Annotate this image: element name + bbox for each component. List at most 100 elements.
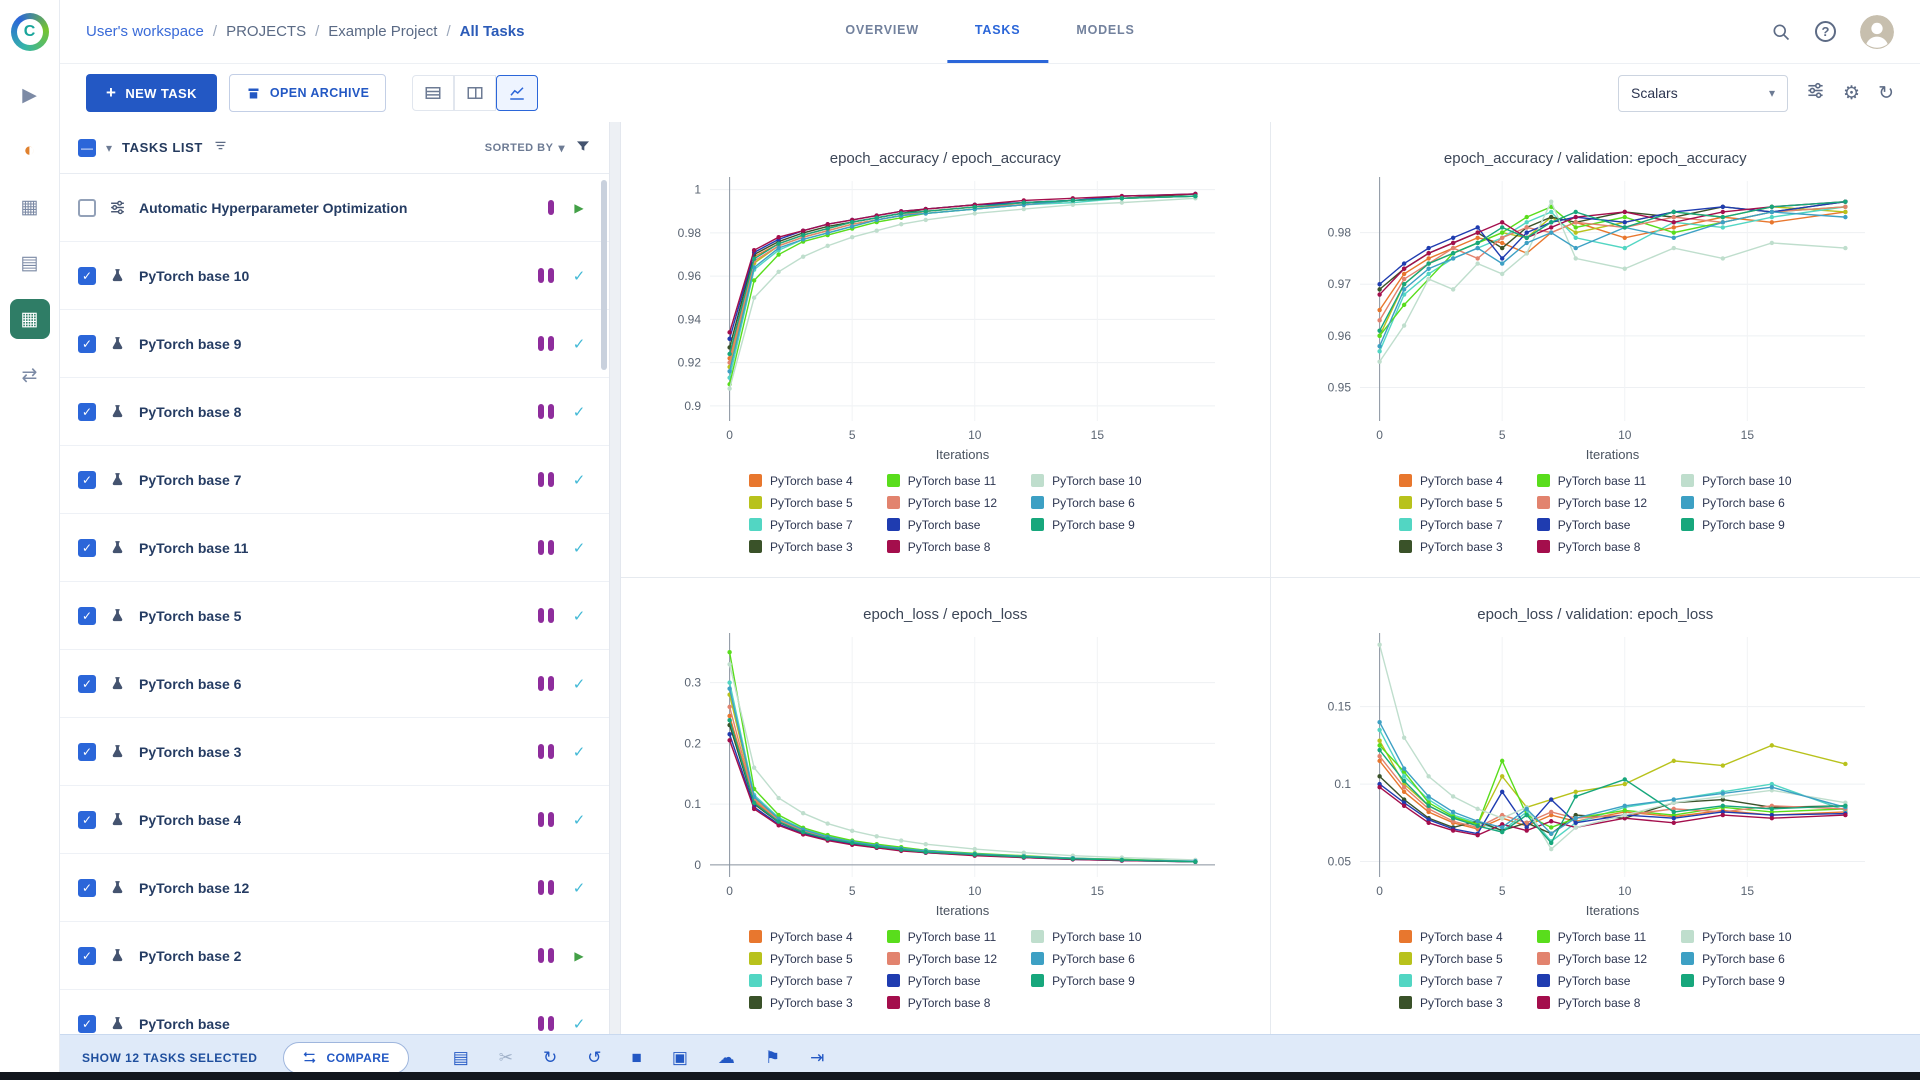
legend-item[interactable]: PyTorch base 5 — [1399, 493, 1503, 512]
avatar[interactable] — [1860, 14, 1894, 49]
legend-item[interactable]: PyTorch base 5 — [1399, 949, 1503, 968]
legend-item[interactable]: PyTorch base 10 — [1031, 927, 1142, 946]
task-checkbox[interactable]: ✓ — [78, 946, 96, 965]
legend-item[interactable]: PyTorch base 3 — [1399, 993, 1503, 1012]
legend-item[interactable]: PyTorch base 6 — [1031, 949, 1141, 968]
task-checkbox[interactable]: ✓ — [78, 1014, 96, 1033]
legend-item[interactable]: PyTorch base 9 — [1681, 971, 1791, 990]
chart-plot[interactable]: 0.90.920.940.960.9810 5 10 15Iterations — [655, 167, 1235, 467]
task-row[interactable]: Automatic Hyperparameter Optimization ▶ — [60, 174, 609, 242]
clone-icon[interactable]: ✂ — [499, 1048, 513, 1068]
legend-item[interactable]: PyTorch base — [1536, 971, 1647, 990]
breadcrumb-project[interactable]: Example Project — [328, 23, 437, 40]
legend-item[interactable]: PyTorch base 12 — [886, 493, 997, 512]
task-row[interactable]: ✓ PyTorch base 9 ✓ — [60, 310, 609, 378]
legend-item[interactable]: PyTorch base 6 — [1681, 493, 1791, 512]
legend-item[interactable]: PyTorch base 3 — [1399, 537, 1503, 556]
legend-item[interactable]: PyTorch base 11 — [1536, 927, 1647, 946]
selected-count-label[interactable]: SHOW 12 TASKS SELECTED — [82, 1051, 257, 1065]
legend-item[interactable]: PyTorch base — [886, 515, 997, 534]
task-checkbox[interactable] — [78, 198, 96, 217]
legend-item[interactable]: PyTorch base 4 — [749, 927, 853, 946]
legend-item[interactable]: PyTorch base 5 — [749, 493, 853, 512]
sidebar-item-datasets[interactable]: ◐ — [10, 131, 50, 171]
tags-icon[interactable]: ⚑ — [765, 1048, 780, 1068]
metric-view-select[interactable]: Scalars ▾ — [1618, 74, 1789, 112]
tab-tasks[interactable]: TASKS — [946, 0, 1049, 63]
legend-item[interactable]: PyTorch base 7 — [1399, 971, 1503, 990]
task-checkbox[interactable]: ✓ — [78, 674, 96, 693]
task-checkbox[interactable]: ✓ — [78, 402, 96, 421]
legend-item[interactable]: PyTorch base 7 — [1399, 515, 1503, 534]
new-task-button[interactable]: + NEW TASK — [86, 74, 217, 112]
legend-item[interactable]: PyTorch base 5 — [749, 949, 853, 968]
task-row[interactable]: ✓ PyTorch base 10 ✓ — [60, 242, 609, 310]
task-checkbox[interactable]: ✓ — [78, 538, 96, 557]
move-icon[interactable]: ⇥ — [810, 1048, 824, 1068]
legend-item[interactable]: PyTorch base 7 — [749, 971, 853, 990]
gear-icon[interactable]: ⚙ — [1843, 82, 1860, 105]
clearml-logo-icon[interactable] — [10, 13, 49, 51]
breadcrumb-workspace[interactable]: User's workspace — [86, 23, 204, 40]
filter-icon[interactable] — [575, 138, 591, 158]
legend-item[interactable]: PyTorch base 9 — [1031, 515, 1141, 534]
table-view-button[interactable] — [412, 75, 455, 111]
sidebar-item-reports[interactable]: ▦ — [10, 187, 50, 227]
legend-item[interactable]: PyTorch base 8 — [1536, 537, 1647, 556]
select-all-checkbox[interactable]: — — [78, 138, 96, 157]
task-row[interactable]: ✓ PyTorch base 8 ✓ — [60, 378, 609, 446]
legend-item[interactable]: PyTorch base 9 — [1681, 515, 1791, 534]
sidebar-item-pipelines[interactable]: ▤ — [10, 243, 50, 283]
legend-item[interactable]: PyTorch base 4 — [1399, 927, 1503, 946]
publish-icon[interactable]: ▣ — [672, 1048, 688, 1068]
sidebar-item-experiments[interactable]: ▦ — [9, 299, 50, 339]
legend-item[interactable]: PyTorch base 12 — [886, 949, 997, 968]
archive-icon[interactable]: ▤ — [453, 1048, 469, 1068]
legend-item[interactable]: PyTorch base 4 — [1399, 471, 1503, 490]
legend-item[interactable]: PyTorch base 11 — [886, 471, 997, 490]
legend-item[interactable]: PyTorch base 6 — [1031, 493, 1141, 512]
tab-models[interactable]: MODELS — [1048, 0, 1162, 63]
task-row[interactable]: ✓ PyTorch base 2 ▶ — [60, 922, 609, 990]
scrollbar[interactable] — [601, 180, 607, 370]
legend-item[interactable]: PyTorch base 3 — [749, 537, 853, 556]
legend-item[interactable]: PyTorch base 11 — [886, 927, 997, 946]
legend-item[interactable]: PyTorch base 7 — [749, 515, 853, 534]
legend-item[interactable]: PyTorch base 10 — [1681, 471, 1792, 490]
legend-item[interactable]: PyTorch base 3 — [749, 993, 853, 1012]
compare-button[interactable]: COMPARE — [283, 1041, 409, 1074]
task-row[interactable]: ✓ PyTorch base 6 ✓ — [60, 650, 609, 718]
tune-settings-icon[interactable] — [1806, 81, 1825, 106]
chart-plot[interactable]: 0 0.1 0.2 0.3 0 5 10 15 Iterations — [655, 623, 1235, 923]
legend-item[interactable]: PyTorch base 10 — [1681, 927, 1792, 946]
task-checkbox[interactable]: ✓ — [78, 470, 96, 489]
task-row[interactable]: ✓ PyTorch base 12 ✓ — [60, 854, 609, 922]
legend-item[interactable]: PyTorch base — [1536, 515, 1647, 534]
sorted-by-control[interactable]: SORTED BY ▾ — [485, 141, 565, 155]
sidebar-item-workers[interactable]: ⇄ — [10, 355, 50, 395]
task-checkbox[interactable]: ✓ — [78, 334, 96, 353]
help-icon[interactable]: ? — [1815, 21, 1836, 42]
details-view-button[interactable] — [454, 75, 497, 111]
legend-item[interactable]: PyTorch base 10 — [1031, 471, 1142, 490]
legend-item[interactable]: PyTorch base 11 — [1536, 471, 1647, 490]
legend-item[interactable]: PyTorch base 9 — [1031, 971, 1141, 990]
open-archive-button[interactable]: OPEN ARCHIVE — [228, 74, 387, 112]
task-checkbox[interactable]: ✓ — [78, 878, 96, 897]
upload-icon[interactable]: ☁ — [718, 1048, 735, 1068]
task-checkbox[interactable]: ✓ — [78, 606, 96, 625]
legend-item[interactable]: PyTorch base 6 — [1681, 949, 1791, 968]
task-row[interactable]: ✓ PyTorch base ✓ — [60, 990, 609, 1034]
select-menu-caret-icon[interactable]: ▾ — [106, 141, 112, 155]
legend-item[interactable]: PyTorch base 4 — [749, 471, 853, 490]
legend-item[interactable]: PyTorch base — [886, 971, 997, 990]
task-row[interactable]: ✓ PyTorch base 3 ✓ — [60, 718, 609, 786]
chart-plot[interactable]: 0.95 0.96 0.97 0.98 0 5 10 15 Iterations — [1305, 167, 1885, 467]
abort-icon[interactable]: ■ — [632, 1048, 642, 1068]
tab-overview[interactable]: OVERVIEW — [817, 0, 947, 63]
search-icon[interactable] — [1771, 22, 1791, 42]
chart-plot[interactable]: 0.05 0.1 0.15 0 5 10 15 Iterations — [1305, 623, 1885, 923]
legend-item[interactable]: PyTorch base 12 — [1536, 949, 1647, 968]
auto-refresh-icon[interactable]: ↻ — [1878, 82, 1894, 105]
breadcrumb-projects[interactable]: PROJECTS — [226, 23, 306, 40]
